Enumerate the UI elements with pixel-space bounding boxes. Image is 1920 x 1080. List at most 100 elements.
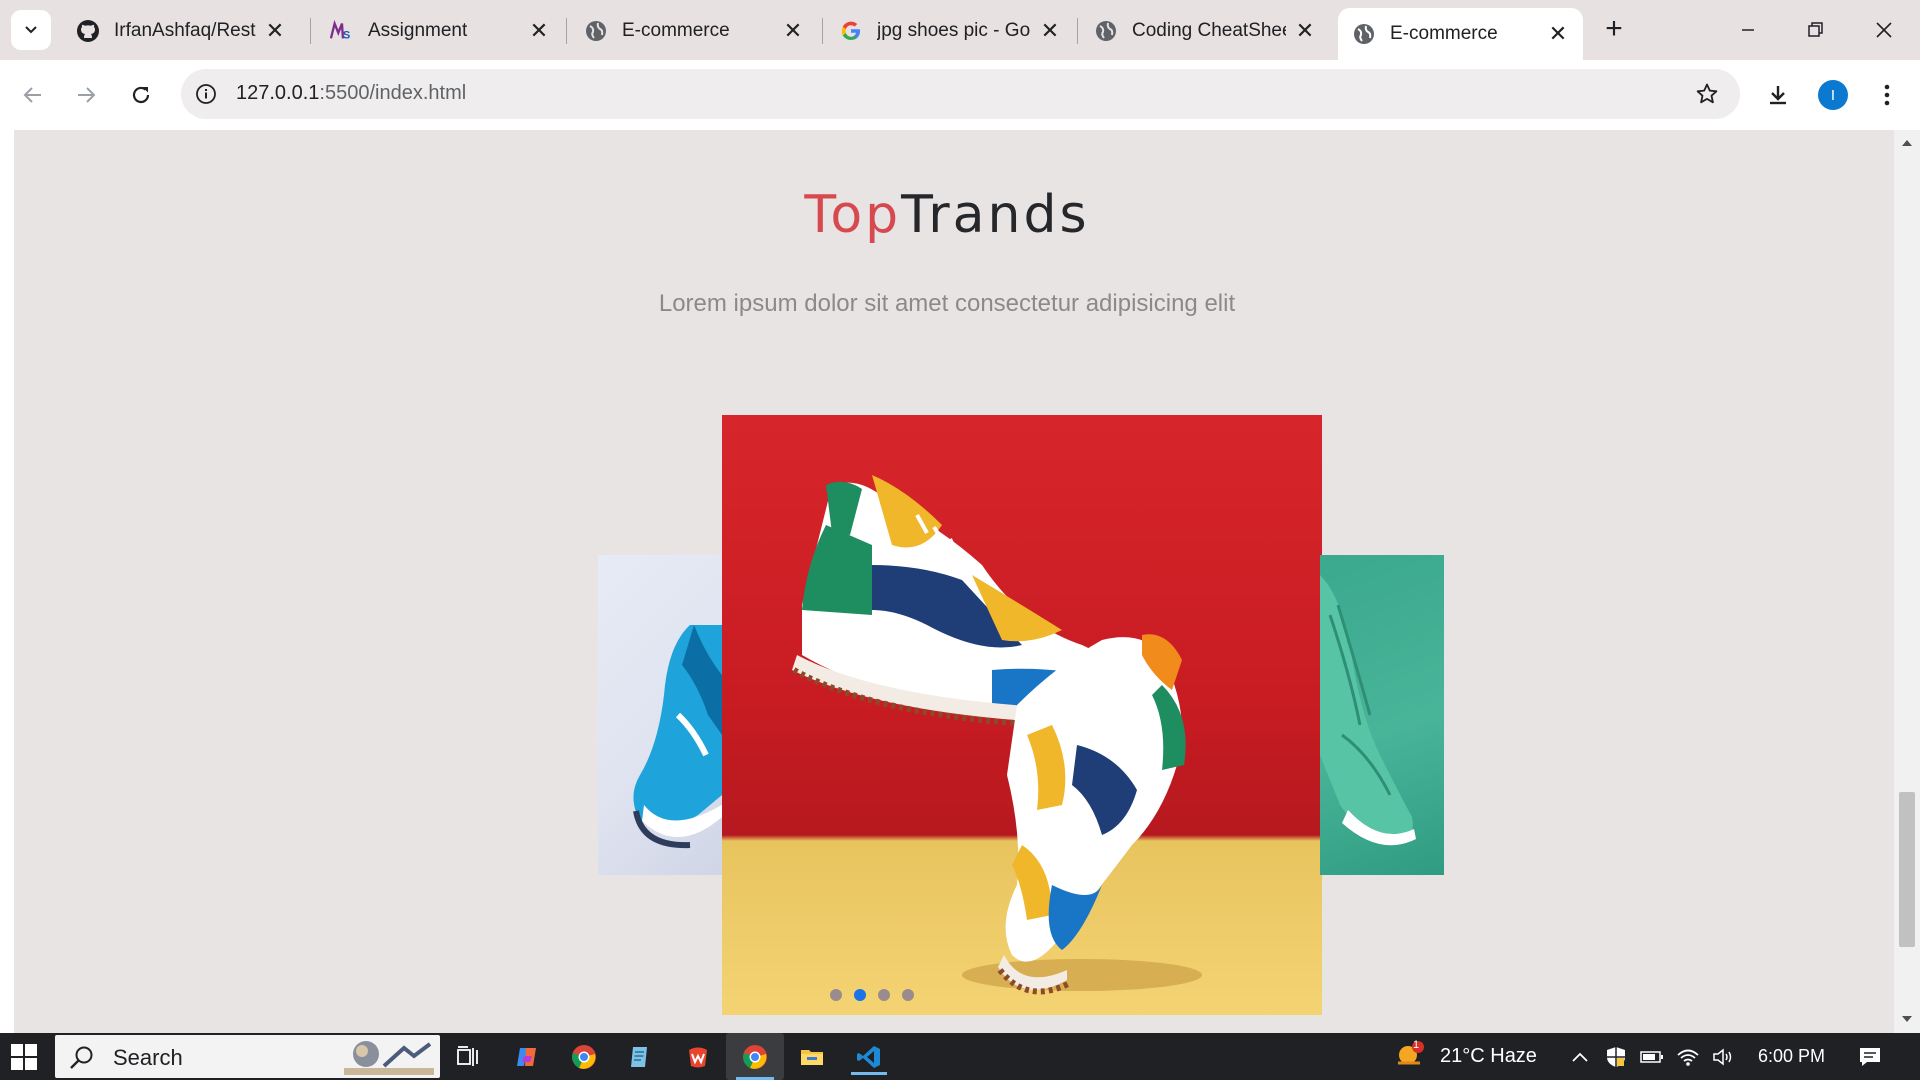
carousel-dot[interactable]: [878, 989, 890, 1001]
tab-github[interactable]: IrfanAshfaq/Resturant ✕: [62, 10, 300, 52]
folder-icon: [801, 1050, 823, 1065]
scrollbar-thumb[interactable]: [1899, 792, 1915, 947]
chrome-icon: [572, 1045, 596, 1069]
url-text[interactable]: 127.0.0.1:5500/index.html: [236, 82, 466, 105]
google-icon: [839, 19, 863, 43]
tab-separator: [1077, 18, 1078, 44]
menu-button[interactable]: [1868, 76, 1906, 114]
chrome-app[interactable]: [566, 1039, 602, 1075]
profile-button[interactable]: I: [1814, 76, 1852, 114]
task-view-icon: [457, 1046, 478, 1066]
downloads-button[interactable]: [1759, 76, 1797, 114]
search-icon: [70, 1046, 93, 1069]
volume-icon[interactable]: [1712, 1045, 1736, 1069]
page-scrollbar[interactable]: [1894, 130, 1920, 1033]
tab-coding-cheatsheet[interactable]: Coding CheatSheet ✕: [1080, 10, 1330, 52]
tab-separator: [310, 18, 311, 44]
wps-office-app[interactable]: [680, 1039, 716, 1075]
close-tab-icon[interactable]: ✕: [528, 20, 550, 42]
github-icon: [76, 19, 100, 43]
weather-text[interactable]: 21°C Haze: [1440, 1045, 1537, 1068]
chevron-down-icon: [25, 26, 37, 34]
section-subtitle: Lorem ipsum dolor sit amet consectetur a…: [658, 290, 1236, 317]
tab-search-button[interactable]: [11, 10, 51, 50]
security-shield-icon[interactable]: [1604, 1045, 1628, 1069]
restore-icon: [1808, 22, 1823, 37]
svg-text:S: S: [343, 29, 350, 41]
bookmark-star-icon[interactable]: [1694, 81, 1720, 107]
close-icon: [1876, 22, 1892, 38]
carousel-slide-previous[interactable]: [598, 555, 722, 875]
copilot-icon: [517, 1048, 536, 1066]
tab-label: Coding CheatSheet: [1132, 20, 1286, 41]
show-hidden-icons-chevron-up-icon[interactable]: [1568, 1045, 1592, 1069]
close-tab-icon[interactable]: ✕: [264, 20, 286, 42]
blue-sneaker-image: [633, 625, 722, 849]
minimize-button[interactable]: [1720, 8, 1776, 52]
close-window-button[interactable]: [1856, 8, 1912, 52]
close-tab-icon[interactable]: ✕: [1547, 23, 1569, 45]
battery-icon[interactable]: [1640, 1045, 1664, 1069]
new-tab-button[interactable]: +: [1598, 12, 1630, 45]
taskbar-search-placeholder: Search: [113, 1045, 183, 1070]
kebab-menu-icon: [1884, 84, 1890, 106]
minimize-icon: [1742, 29, 1754, 31]
carousel-dot[interactable]: [902, 989, 914, 1001]
tab-label: E-commerce: [1390, 23, 1498, 44]
page-left-edge: [0, 130, 14, 1033]
back-button[interactable]: [14, 76, 52, 114]
tab-label: IrfanAshfaq/Resturant: [114, 20, 256, 41]
file-explorer-app[interactable]: [794, 1039, 830, 1075]
task-view-button[interactable]: [450, 1039, 486, 1075]
notepad-app[interactable]: [622, 1039, 658, 1075]
forward-arrow-icon: [78, 87, 96, 103]
tab-google-search[interactable]: jpg shoes pic - Google Search ✕: [825, 10, 1075, 52]
carousel-slide-active[interactable]: [722, 415, 1322, 1015]
close-tab-icon[interactable]: ✕: [1039, 20, 1061, 42]
lms-icon: S: [330, 19, 354, 43]
globe-icon: [584, 19, 608, 43]
forward-button[interactable]: [67, 76, 105, 114]
back-arrow-icon: [23, 87, 41, 103]
reload-button[interactable]: [122, 76, 160, 114]
site-info-icon[interactable]: [193, 81, 219, 107]
reload-icon: [132, 86, 150, 104]
clock-time[interactable]: 6:00 PM: [1758, 1046, 1825, 1067]
tab-assignment[interactable]: S Assignment ✕: [316, 10, 564, 52]
teal-sneaker-image: [1320, 575, 1416, 846]
tab-ecommerce-active[interactable]: E-commerce ✕: [1338, 8, 1583, 60]
globe-icon: [1094, 19, 1118, 43]
copilot-app[interactable]: [509, 1039, 545, 1075]
chrome-app-active[interactable]: [726, 1033, 784, 1080]
scroll-up-arrow-icon[interactable]: [1901, 136, 1913, 148]
browser-toolbar: 127.0.0.1:5500/index.html I: [0, 60, 1920, 130]
url-host: 127.0.0.1: [236, 82, 320, 104]
tab-ecommerce[interactable]: E-commerce ✕: [570, 10, 818, 52]
title-accent: Top: [804, 185, 902, 245]
page-viewport: TopTrands Lorem ipsum dolor sit amet con…: [0, 130, 1920, 1033]
close-tab-icon[interactable]: ✕: [782, 20, 804, 42]
windows-start-icon[interactable]: [10, 1043, 38, 1071]
carousel-pagination: [722, 989, 1172, 1001]
vscode-app[interactable]: [851, 1039, 887, 1075]
wifi-icon[interactable]: [1676, 1045, 1700, 1069]
colorful-sneakers-red-background-image: [792, 475, 1202, 995]
carousel-dot-active[interactable]: [854, 989, 866, 1001]
tab-label: Assignment: [368, 20, 468, 41]
close-tab-icon[interactable]: ✕: [1294, 20, 1316, 42]
address-bar[interactable]: 127.0.0.1:5500/index.html: [181, 69, 1740, 119]
tab-label: jpg shoes pic - Google Search: [877, 20, 1031, 41]
carousel-dot[interactable]: [830, 989, 842, 1001]
tab-separator: [822, 18, 823, 44]
tab-label: E-commerce: [622, 20, 730, 41]
carousel-slide-next[interactable]: [1320, 555, 1444, 875]
search-highlight-art-icon: [344, 1041, 434, 1075]
taskbar-search-box[interactable]: Search: [55, 1035, 440, 1078]
scroll-down-arrow-icon[interactable]: [1901, 1014, 1913, 1026]
download-icon: [1770, 86, 1786, 105]
notification-center-icon[interactable]: [1858, 1045, 1882, 1069]
tab-separator: [566, 18, 567, 44]
avatar: I: [1818, 80, 1848, 110]
globe-icon: [1352, 22, 1376, 46]
restore-button[interactable]: [1788, 8, 1844, 52]
